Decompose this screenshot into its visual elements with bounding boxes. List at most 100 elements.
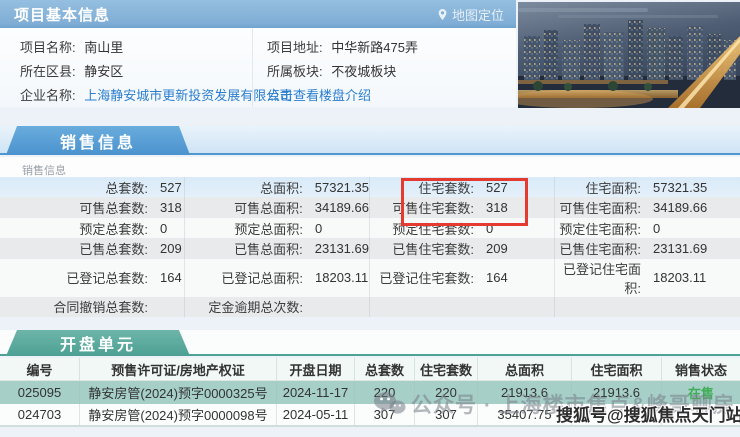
opening-table-row-selected[interactable]: 025095 静安房管(2024)预字0000325号 2024-11-17 2… <box>0 381 740 404</box>
district-row: 所在区县: 静安区 <box>20 60 252 84</box>
opening-table-row[interactable]: 024703 静安房管(2024)预字0000098号 2024-05-11 3… <box>0 404 740 427</box>
cell-value: 0 <box>653 220 661 236</box>
cell-open-date: 2024-11-17 <box>277 381 355 404</box>
cell-label: 住宅面积: <box>585 180 641 196</box>
cell-value: 527 <box>160 179 182 195</box>
plate-row: 所属板块: 不夜城板块 <box>267 60 516 84</box>
cell-label: 总套数: <box>105 180 148 196</box>
tab-opening-units[interactable]: 开盘单元 <box>6 330 190 356</box>
opening-table-header: 编号 预售许可证/房地产权证 开盘日期 总套数 住宅套数 总面积 住宅面积 销售… <box>0 358 740 381</box>
cell-label: 总面积: <box>260 180 303 196</box>
address-label: 项目地址: <box>267 40 323 55</box>
cell-resi-area <box>572 404 662 425</box>
opening-tab-strip: 开盘单元 <box>0 330 740 356</box>
address-value: 中华新路475弄 <box>331 40 418 55</box>
col-header-open-date: 开盘日期 <box>277 358 355 380</box>
cell-label: 预定住宅套数: <box>392 221 474 237</box>
cell-total-area: 35407.75 <box>478 404 572 425</box>
cell-resi-units: 220 <box>415 381 478 404</box>
cell-empty-2 <box>555 297 740 317</box>
sales-subtitle: 销售信息 <box>22 165 66 177</box>
cell-value: 209 <box>486 240 508 256</box>
cell-sellable-resi-area: 可售住宅面积: 34189.66 <box>555 197 740 217</box>
cell-value: 18203.11 <box>315 270 369 286</box>
cell-label: 已售总面积: <box>234 241 303 257</box>
plate-label: 所属板块: <box>267 64 323 79</box>
cell-value: 164 <box>160 270 182 286</box>
col-header-resi-units: 住宅套数 <box>415 358 478 380</box>
cell-reserved-resi-units: 预定住宅套数: 0 <box>370 217 555 239</box>
cell-registered-area: 已登记总面积: 18203.11 <box>185 258 370 297</box>
cell-label: 预定总面积: <box>234 221 303 237</box>
cell-total-units: 总套数: 527 <box>0 177 185 198</box>
cell-resi-units: 住宅套数: 527 <box>370 177 555 198</box>
project-header-bar: 项目基本信息 地图定位 <box>0 0 516 28</box>
cell-label: 已登记住宅套数: <box>379 271 474 287</box>
district-value: 静安区 <box>84 64 124 79</box>
cell-label: 可售住宅套数: <box>392 201 474 217</box>
col-header-total-area: 总面积 <box>478 358 572 380</box>
cell-resi-area: 21913.6 <box>572 381 662 404</box>
cell-sold-resi-units: 已售住宅套数: 209 <box>370 238 555 259</box>
col-header-resi-area: 住宅面积 <box>572 358 662 380</box>
cell-reserved-area: 预定总面积: 0 <box>185 217 370 239</box>
cell-value: 209 <box>160 240 182 256</box>
project-name-row: 项目名称: 南山里 <box>20 36 252 60</box>
project-info-right-column: 项目地址: 中华新路475弄 所属板块: 不夜城板块 点击查看楼盘介绍 <box>253 28 516 107</box>
sales-row-registered: 已登记总套数: 164 已登记总面积: 18203.11 已登记住宅套数: 164 已… <box>0 258 740 297</box>
cell-id: 024703 <box>0 404 80 425</box>
cell-value: 34189.66 <box>314 200 369 216</box>
section-title-project: 项目基本信息 <box>14 6 111 24</box>
cell-value: 57321.35 <box>653 179 708 195</box>
cell-total-units: 307 <box>355 404 415 425</box>
cell-permit: 静安房管(2024)预字0000098号 <box>80 404 277 425</box>
col-header-total-units: 总套数 <box>355 358 415 380</box>
cell-permit: 静安房管(2024)预字0000325号 <box>80 381 277 404</box>
sales-table: 总套数: 527 总面积: 57321.35 住宅套数: 527 住宅面积: 57321… <box>0 177 740 318</box>
sales-row-cancelled: 合同撤销总套数: 定金逾期总次数: <box>0 296 740 318</box>
cell-sellable-resi-units: 可售住宅套数: 318 <box>370 197 555 218</box>
cell-value: 18203.11 <box>653 270 707 286</box>
cell-label: 可售住宅面积: <box>559 201 641 217</box>
cell-registered-resi-area: 已登记住宅面积: 18203.11 <box>555 259 740 297</box>
cell-sellable-area: 可售总面积: 34189.66 <box>185 197 370 218</box>
intro-row: 点击查看楼盘介绍 <box>267 84 516 108</box>
cell-empty-1 <box>370 296 555 318</box>
view-intro-link[interactable]: 点击查看楼盘介绍 <box>267 88 371 103</box>
cell-label: 已登记住宅面积: <box>562 261 641 296</box>
cell-value: 0 <box>315 220 323 236</box>
cell-id: 025095 <box>0 381 80 404</box>
cell-value: 164 <box>486 270 508 286</box>
cell-value: 0 <box>486 220 494 236</box>
col-header-permit: 预售许可证/房地产权证 <box>80 358 277 380</box>
cell-label: 已售总套数: <box>79 241 148 257</box>
cell-value: 318 <box>486 200 508 216</box>
project-info-panel: 项目名称: 南山里 所在区县: 静安区 企业名称: 上海静安城市更新投资发展有限… <box>0 28 516 107</box>
cell-value: 0 <box>160 220 168 236</box>
tab-sales-info[interactable]: 销售信息 <box>6 126 190 155</box>
cell-label: 定金逾期总次数: <box>208 300 303 316</box>
cell-value: 527 <box>486 179 508 195</box>
plate-value: 不夜城板块 <box>331 64 397 79</box>
cell-sellable-units: 可售总套数: 318 <box>0 197 185 218</box>
cell-total-area: 21913.6 <box>478 381 572 404</box>
company-row: 企业名称: 上海静安城市更新投资发展有限公司 <box>20 84 292 108</box>
tab-sales-info-label: 销售信息 <box>59 134 136 152</box>
cell-registered-resi-units: 已登记住宅套数: 164 <box>370 258 555 297</box>
cell-open-date: 2024-05-11 <box>277 404 355 425</box>
opening-table: 编号 预售许可证/房地产权证 开盘日期 总套数 住宅套数 总面积 住宅面积 销售… <box>0 358 740 427</box>
city-night-image <box>518 2 740 108</box>
cell-cancelled-units: 合同撤销总套数: <box>0 296 185 318</box>
cell-value: 57321.35 <box>314 179 369 195</box>
project-name-value: 南山里 <box>84 40 124 55</box>
cell-reserved-units: 预定总套数: 0 <box>0 217 185 239</box>
map-locate-link[interactable]: 地图定位 <box>437 5 504 24</box>
cell-label: 已售住宅套数: <box>392 241 474 257</box>
address-row: 项目地址: 中华新路475弄 <box>267 36 516 60</box>
cell-sold-area: 已售总面积: 23131.69 <box>185 238 370 259</box>
company-label: 企业名称: <box>20 88 76 103</box>
cell-sold-resi-area: 已售住宅面积: 23131.69 <box>555 238 740 258</box>
cell-status <box>662 404 740 425</box>
cell-sold-units: 已售总套数: 209 <box>0 238 185 259</box>
map-pin-icon <box>438 8 447 20</box>
